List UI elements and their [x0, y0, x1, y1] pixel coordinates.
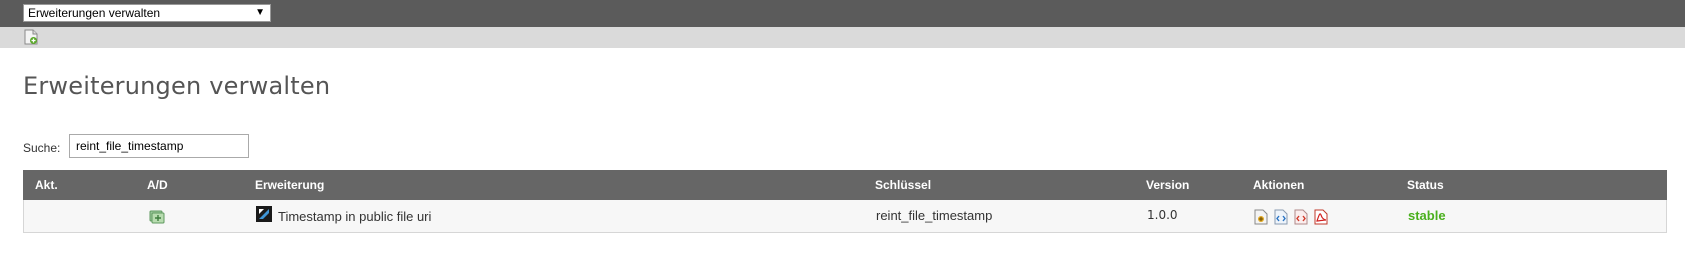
extension-key: reint_file_timestamp [876, 208, 993, 223]
col-version[interactable]: Version [1146, 178, 1189, 192]
code-icon[interactable] [1274, 209, 1288, 225]
extension-version: 1.0.0 [1147, 208, 1178, 222]
col-erweiterung[interactable]: Erweiterung [255, 178, 324, 192]
search-input[interactable] [69, 134, 249, 158]
activate-extension-icon[interactable] [148, 209, 166, 224]
toolbar [0, 27, 1685, 48]
col-aktionen[interactable]: Aktionen [1253, 178, 1304, 192]
row-actions [1254, 209, 1328, 225]
top-bar: Erweiterungen verwalten ▼ [0, 0, 1685, 27]
dropdown-arrow-icon: ▼ [255, 7, 265, 18]
col-status[interactable]: Status [1407, 178, 1444, 192]
module-select[interactable]: Erweiterungen verwalten ▼ [23, 4, 271, 22]
module-select-value: Erweiterungen verwalten [28, 6, 161, 20]
table-row: Timestamp in public file uri reint_file_… [23, 200, 1667, 233]
col-akt[interactable]: Akt. [35, 178, 58, 192]
extensions-table: Akt. A/D Erweiterung Schlüssel Version A… [23, 170, 1667, 233]
col-schluessel[interactable]: Schlüssel [875, 178, 931, 192]
table-header: Akt. A/D Erweiterung Schlüssel Version A… [23, 170, 1667, 200]
extension-title[interactable]: Timestamp in public file uri [278, 209, 431, 224]
configure-icon[interactable] [1254, 209, 1268, 225]
extension-logo-icon [256, 206, 272, 222]
col-ad[interactable]: A/D [147, 178, 168, 192]
search-label: Suche: [23, 141, 61, 155]
add-extension-icon[interactable] [24, 29, 38, 45]
pdf-icon[interactable] [1314, 209, 1328, 225]
status-badge: stable [1408, 208, 1446, 223]
page-title: Erweiterungen verwalten [23, 72, 331, 100]
remove-code-icon[interactable] [1294, 209, 1308, 225]
